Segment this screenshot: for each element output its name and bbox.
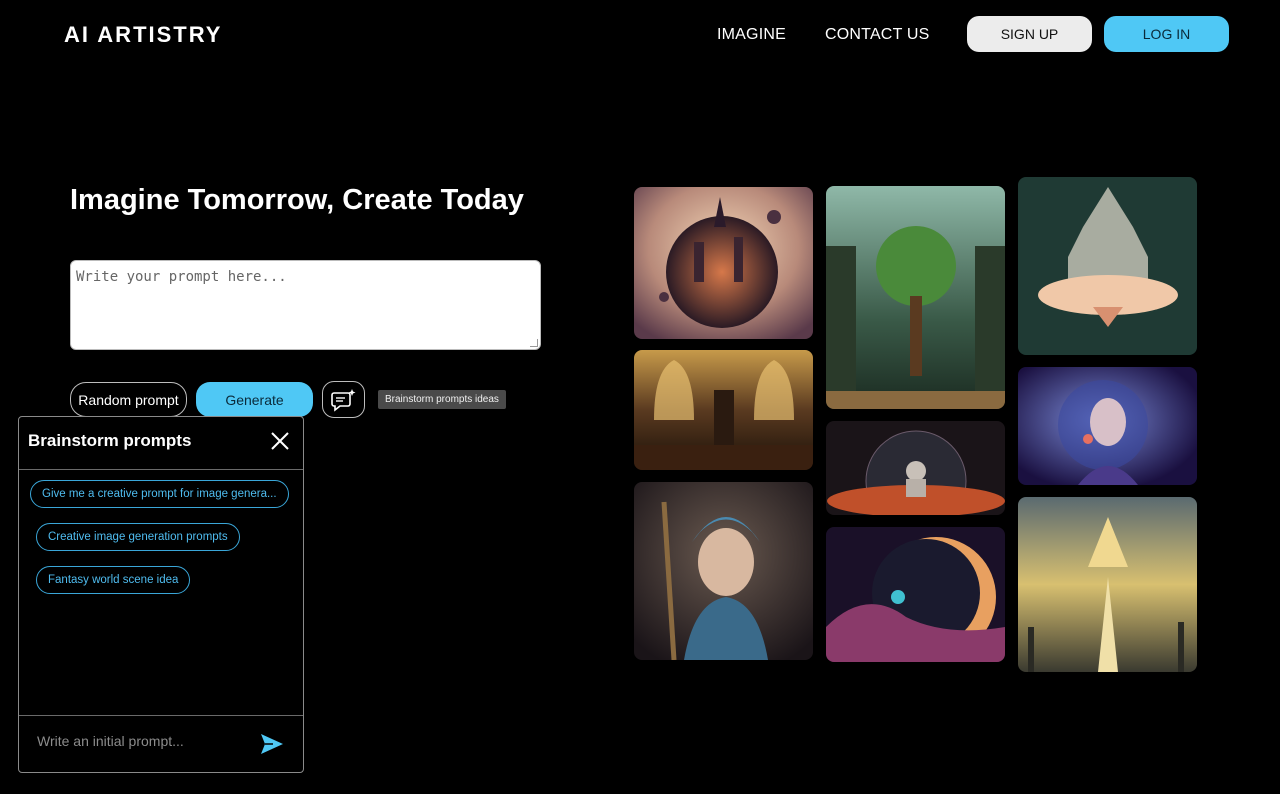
signup-button[interactable]: SIGN UP: [967, 16, 1092, 52]
gallery-image-floating-planet-city[interactable]: [634, 187, 813, 339]
page: AI ARTISTRY IMAGINE CONTACT US SIGN UP L…: [0, 0, 1280, 794]
suggestion-chip[interactable]: Creative image generation prompts: [36, 523, 240, 551]
prompt-placeholder: Write your prompt here...: [76, 269, 287, 285]
generate-button[interactable]: Generate: [196, 382, 313, 417]
gallery-image-astronaut-planet[interactable]: [826, 421, 1005, 515]
close-icon[interactable]: [269, 430, 291, 452]
suggestion-list: Give me a creative prompt for image gene…: [19, 470, 303, 609]
brainstorm-tooltip: Brainstorm prompts ideas: [378, 390, 506, 409]
send-icon[interactable]: [259, 732, 285, 756]
gallery-image-golden-temple[interactable]: [1018, 497, 1197, 672]
initial-prompt-input[interactable]: [37, 733, 242, 749]
prompt-textarea[interactable]: Write your prompt here...: [70, 260, 541, 350]
panel-header: Brainstorm prompts: [19, 417, 303, 470]
gallery-image-astronaut-moon[interactable]: [826, 527, 1005, 662]
suggestion-chip[interactable]: Give me a creative prompt for image gene…: [30, 480, 289, 508]
brainstorm-toggle-button[interactable]: [322, 381, 365, 418]
brainstorm-panel: Brainstorm prompts Give me a creative pr…: [18, 416, 304, 773]
gallery-image-library-tree[interactable]: [826, 186, 1005, 409]
random-prompt-button[interactable]: Random prompt: [70, 382, 187, 417]
nav-contact-us[interactable]: CONTACT US: [825, 26, 930, 44]
login-button[interactable]: LOG IN: [1104, 16, 1229, 52]
chat-sparkle-icon: [330, 388, 355, 412]
gallery-image-cloud-castle[interactable]: [1018, 177, 1197, 355]
gallery-image-armored-warrior[interactable]: [634, 482, 813, 660]
resize-handle[interactable]: [530, 339, 538, 347]
panel-title: Brainstorm prompts: [28, 431, 192, 450]
suggestion-chip[interactable]: Fantasy world scene idea: [36, 566, 191, 594]
gallery-image-cathedral-interior[interactable]: [634, 350, 813, 470]
gallery-image-cosmic-girl[interactable]: [1018, 367, 1197, 485]
nav-imagine[interactable]: IMAGINE: [717, 26, 786, 44]
brand-logo[interactable]: AI ARTISTRY: [64, 22, 222, 48]
page-headline: Imagine Tomorrow, Create Today: [70, 184, 524, 216]
panel-footer: [19, 715, 303, 772]
